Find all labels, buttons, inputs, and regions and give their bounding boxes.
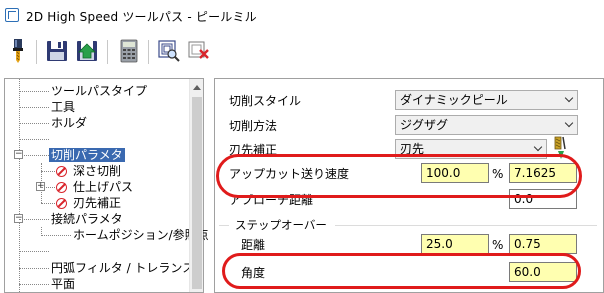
distance-label: 距離 bbox=[241, 238, 266, 252]
chevron-down-icon bbox=[564, 118, 574, 128]
tree-item-label: 切削パラメタ bbox=[49, 148, 125, 162]
cut-method-label: 切削方法 bbox=[229, 119, 278, 133]
tree-line bbox=[19, 155, 49, 156]
highlight-annotation bbox=[222, 253, 581, 289]
toolbar-separator bbox=[148, 40, 149, 64]
title-bar: 2D High Speed ツールパス - ピールミル bbox=[0, 0, 604, 32]
tree-item-finish-pass[interactable]: 仕上げパス bbox=[73, 179, 133, 195]
tree-line bbox=[41, 171, 55, 172]
disabled-icon bbox=[56, 198, 67, 209]
preview-icon[interactable] bbox=[157, 38, 181, 64]
tree-item-holder[interactable]: ホルダ bbox=[51, 115, 87, 131]
tree-item-depth-cut[interactable]: 深さ切削 bbox=[73, 163, 121, 179]
save-icon[interactable] bbox=[45, 38, 69, 64]
window-title: 2D High Speed ツールパス - ピールミル bbox=[26, 10, 257, 24]
scroll-thumb[interactable] bbox=[192, 97, 202, 289]
tree-line bbox=[19, 219, 49, 220]
cut-style-value: ダイナミックピール bbox=[400, 93, 508, 107]
distance-percent-input[interactable]: 25.0 bbox=[421, 234, 489, 254]
distance-value-input[interactable]: 0.75 bbox=[509, 234, 577, 254]
group-border bbox=[219, 225, 229, 226]
tree-line bbox=[19, 123, 49, 124]
highlight-annotation bbox=[216, 154, 582, 198]
parameter-tree-panel: ツールパスタイプ 工具 ホルダ − 切削パラメタ 深さ切削 + 仕上げパス 刃先… bbox=[4, 78, 209, 293]
tree-line bbox=[19, 91, 49, 92]
toolbar bbox=[0, 32, 604, 72]
scroll-up-icon[interactable] bbox=[193, 85, 201, 90]
tree-line bbox=[19, 107, 49, 108]
chevron-down-icon bbox=[564, 93, 574, 103]
tree-item-tool[interactable]: 工具 bbox=[51, 99, 75, 115]
calculator-icon[interactable] bbox=[117, 38, 141, 64]
tree-item-plane[interactable]: 平面 bbox=[51, 276, 75, 292]
collapse-toggle[interactable]: − bbox=[14, 150, 23, 159]
group-border bbox=[335, 225, 597, 226]
tool-icon[interactable] bbox=[6, 38, 30, 64]
parameter-tree: ツールパスタイプ 工具 ホルダ − 切削パラメタ 深さ切削 + 仕上げパス 刃先… bbox=[5, 79, 209, 292]
distance-unit: % bbox=[492, 238, 504, 252]
tree-item-arc-filter[interactable]: 円弧フィルタ / トレランス bbox=[51, 260, 194, 276]
toolbar-separator bbox=[36, 40, 37, 64]
delete-icon[interactable] bbox=[187, 38, 211, 64]
cut-style-label: 切削スタイル bbox=[229, 94, 302, 108]
tree-line bbox=[19, 79, 20, 292]
tree-item-comp[interactable]: 刃先補正 bbox=[73, 195, 121, 211]
tree-line bbox=[19, 251, 49, 252]
tree-item-link-params[interactable]: 接続パラメタ bbox=[51, 211, 123, 227]
cut-method-select[interactable]: ジグザグ bbox=[395, 115, 578, 135]
disabled-icon bbox=[56, 166, 67, 177]
tree-line bbox=[41, 187, 55, 188]
disabled-icon bbox=[56, 182, 67, 193]
tree-item-toolpath-type[interactable]: ツールパスタイプ bbox=[51, 83, 147, 99]
cut-method-value: ジグザグ bbox=[400, 118, 449, 132]
tree-line bbox=[19, 139, 49, 140]
tree-line bbox=[19, 268, 49, 269]
tree-line bbox=[41, 203, 55, 204]
cut-style-select[interactable]: ダイナミックピール bbox=[395, 90, 578, 110]
app-icon bbox=[5, 8, 19, 22]
stepover-group-label: ステップオーバー bbox=[235, 218, 327, 232]
save-calc-icon[interactable] bbox=[75, 38, 99, 64]
tree-item-cut-params[interactable]: 切削パラメタ bbox=[49, 147, 125, 163]
chevron-down-icon bbox=[533, 142, 543, 152]
tree-line bbox=[19, 284, 49, 285]
tree-line bbox=[41, 235, 71, 236]
tree-scrollbar[interactable] bbox=[189, 79, 203, 292]
toolbar-separator bbox=[107, 40, 108, 64]
